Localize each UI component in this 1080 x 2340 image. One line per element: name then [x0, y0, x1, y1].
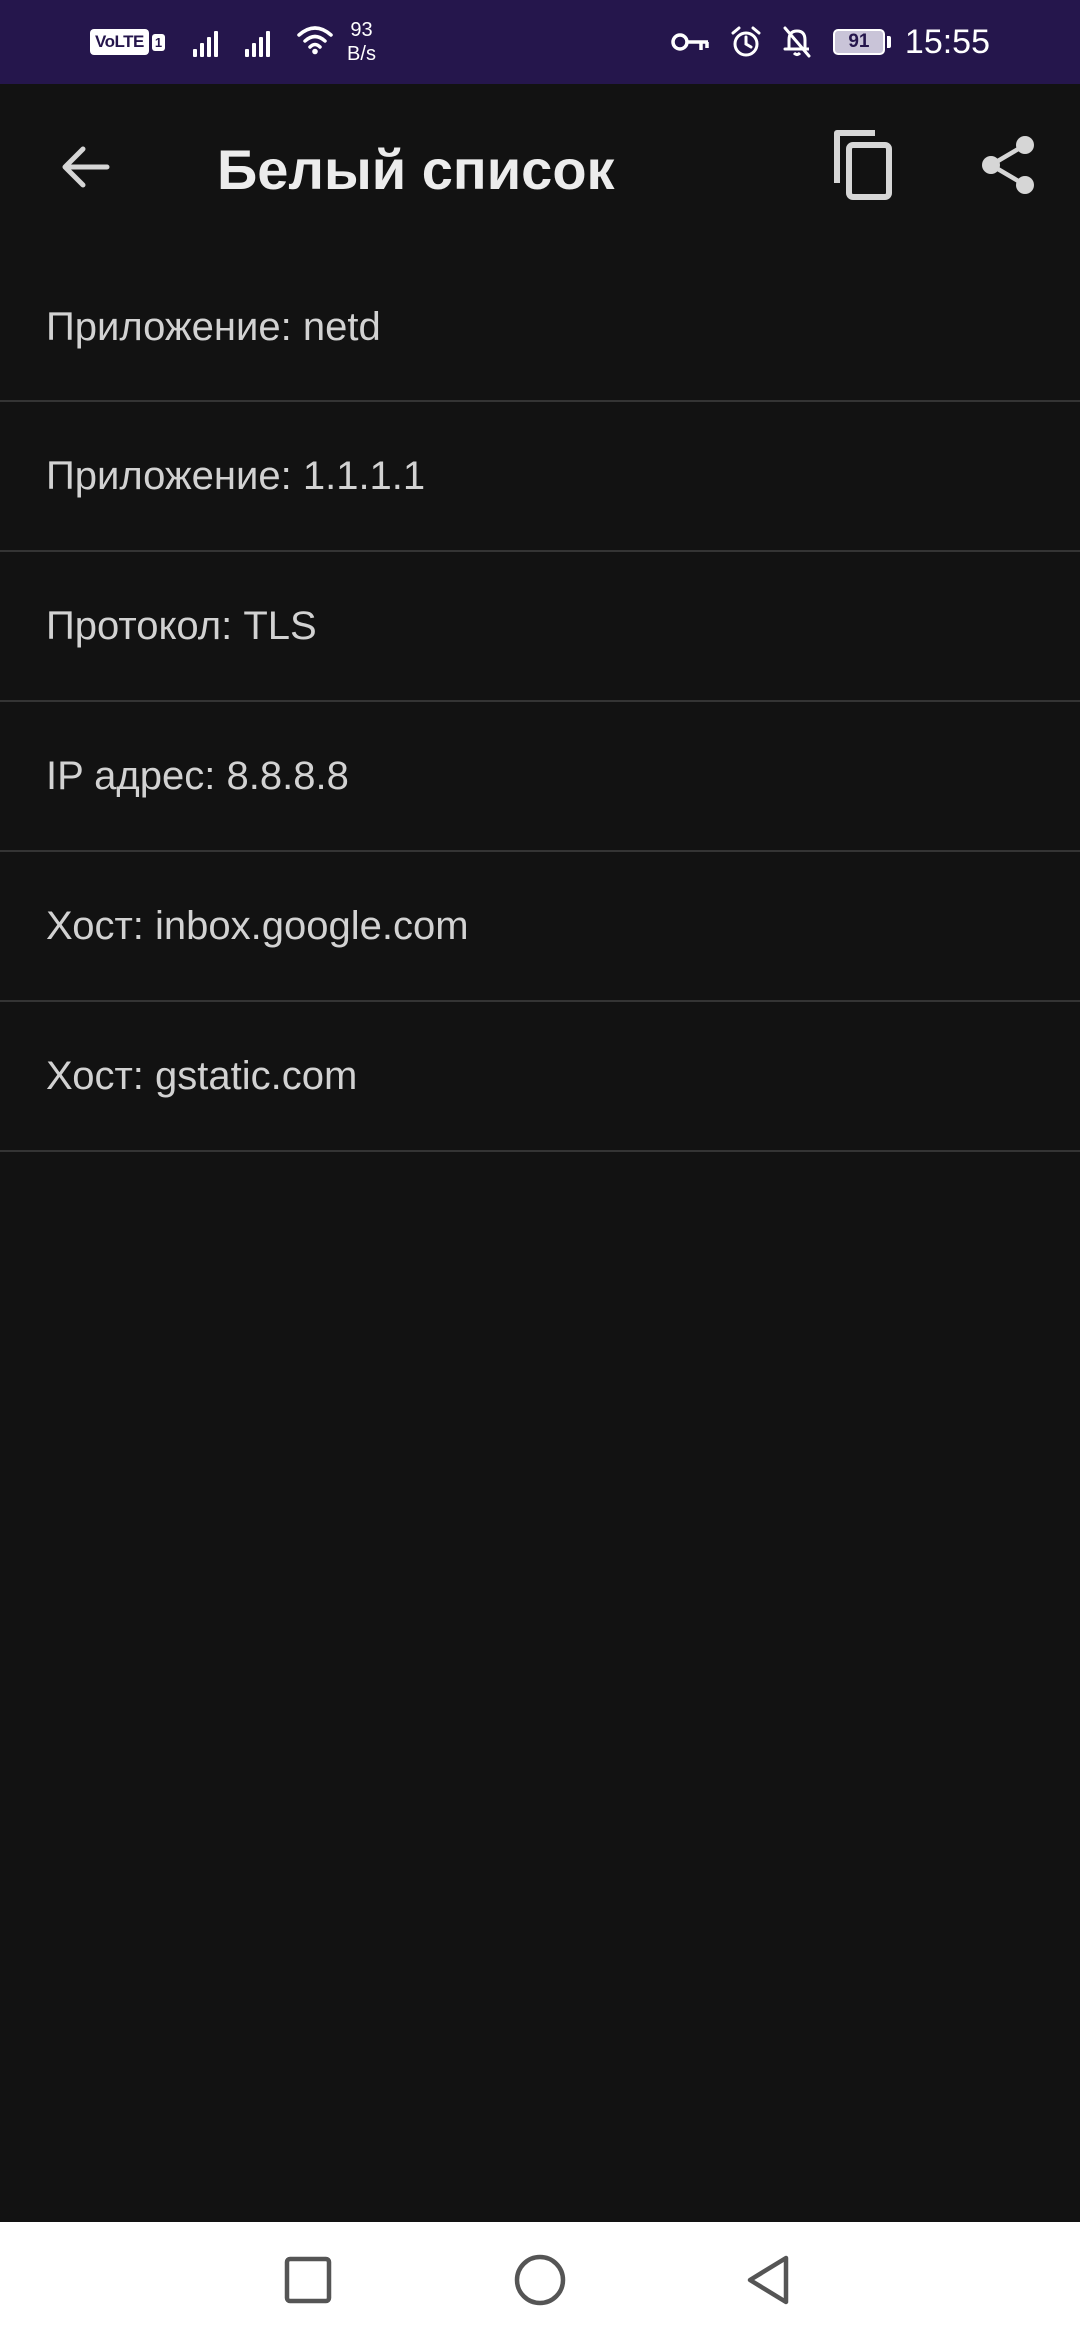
list-item-label: Хост: gstatic.com: [46, 1053, 358, 1098]
app-bar: Белый список: [0, 84, 1080, 254]
list-item[interactable]: Протокол: TLS: [0, 552, 1080, 702]
screen: VoLTE 1 93 B/s 91 15:55 Белый список При…: [0, 0, 1080, 2340]
copy-button[interactable]: [818, 122, 908, 212]
system-nav-bar: [0, 2222, 1080, 2340]
home-icon: [512, 2252, 568, 2313]
share-icon: [979, 133, 1039, 202]
wifi-icon: [297, 25, 333, 60]
list-item[interactable]: Приложение: netd: [0, 254, 1080, 402]
status-bar: VoLTE 1 93 B/s 91 15:55: [0, 0, 1080, 84]
status-bar-left: VoLTE 1 93 B/s: [90, 0, 376, 84]
page-title: Белый список: [217, 138, 615, 201]
list-item[interactable]: Хост: gstatic.com: [0, 1002, 1080, 1152]
system-back-button[interactable]: [730, 2244, 806, 2320]
signal-icon: [193, 27, 221, 57]
status-time: 15:55: [904, 22, 990, 61]
list-item[interactable]: Хост: inbox.google.com: [0, 852, 1080, 1002]
alarm-icon: [729, 25, 763, 59]
notifications-off-icon: [781, 25, 813, 59]
network-speed-value: 93: [350, 19, 373, 41]
network-speed-unit: B/s: [347, 43, 376, 65]
signal-icon: [245, 27, 273, 57]
whitelist: Приложение: netd Приложение: 1.1.1.1 Про…: [0, 254, 1080, 1152]
battery-icon: 91: [832, 29, 891, 55]
network-speed: 93 B/s: [347, 18, 376, 66]
vpn-key-icon: [671, 30, 711, 54]
sim-slot-label: 1: [151, 33, 166, 51]
status-bar-right: 91 15:55: [653, 0, 990, 84]
recent-apps-icon: [283, 2255, 333, 2310]
list-item[interactable]: Приложение: 1.1.1.1: [0, 402, 1080, 552]
share-button[interactable]: [964, 122, 1054, 212]
list-item-label: IP адрес: 8.8.8.8: [46, 753, 349, 798]
list-item-label: Протокол: TLS: [46, 603, 317, 648]
battery-level: 91: [832, 29, 885, 55]
list-item-label: Хост: inbox.google.com: [46, 903, 469, 948]
list-item-label: Приложение: 1.1.1.1: [46, 453, 426, 498]
recent-apps-button[interactable]: [270, 2244, 346, 2320]
back-triangle-icon: [742, 2252, 794, 2313]
home-button[interactable]: [502, 2244, 578, 2320]
back-button[interactable]: [40, 124, 130, 214]
copy-icon: [831, 127, 895, 208]
volte-indicator: VoLTE 1: [90, 29, 166, 55]
volte-label: VoLTE: [90, 29, 149, 55]
arrow-back-icon: [57, 139, 113, 200]
list-item[interactable]: IP адрес: 8.8.8.8: [0, 702, 1080, 852]
list-item-label: Приложение: netd: [46, 304, 381, 349]
